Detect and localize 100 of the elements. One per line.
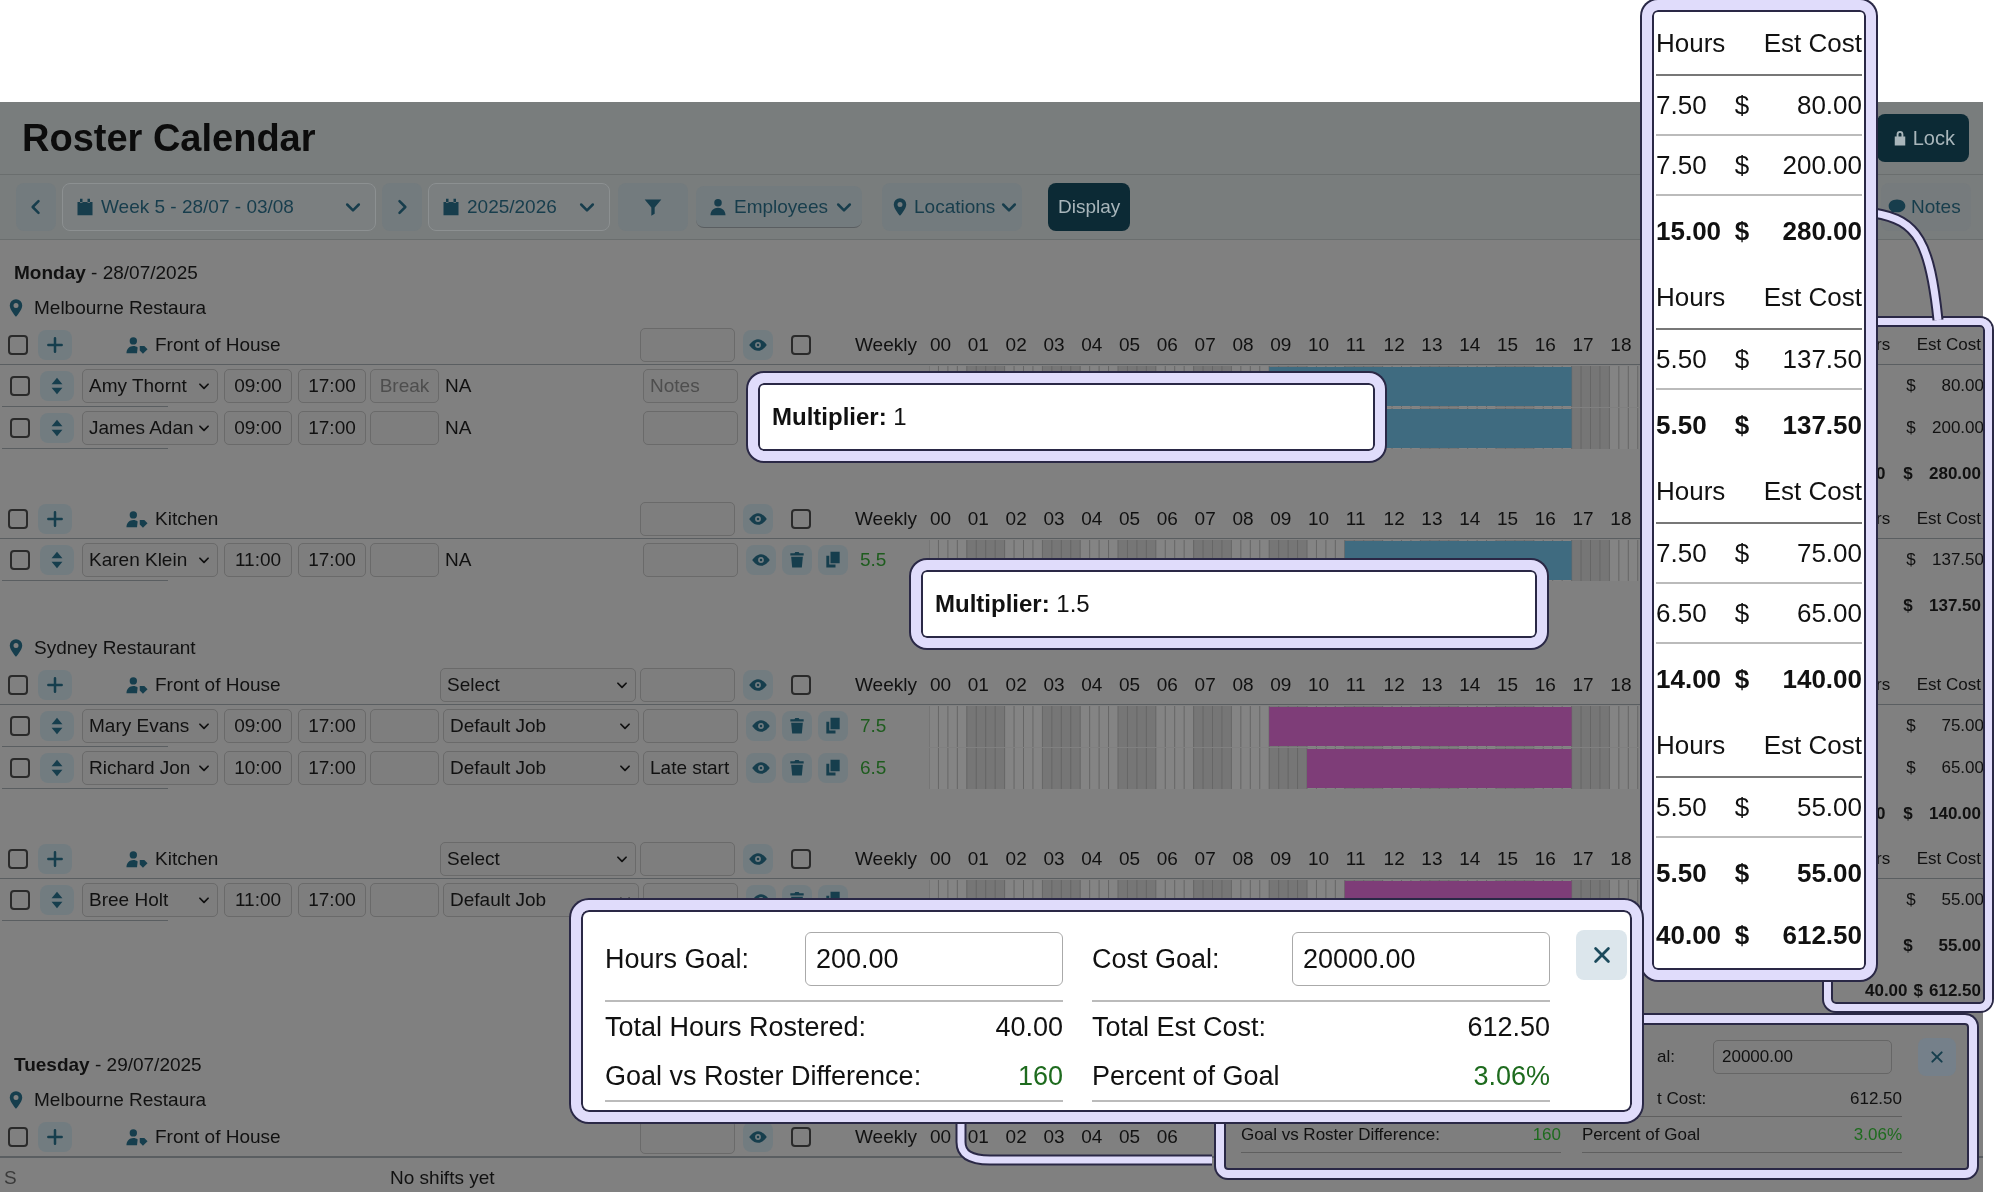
end-time-field[interactable]: 17:00	[298, 368, 366, 403]
currency-sign: $	[1733, 920, 1751, 951]
end-time-field[interactable]: 17:00	[298, 708, 366, 743]
display-button[interactable]: Display	[1048, 183, 1131, 231]
reorder-button[interactable]	[40, 412, 74, 443]
currency-sign: $	[1902, 804, 1914, 824]
hour-label: 05	[1118, 333, 1142, 356]
checkbox[interactable]	[8, 848, 28, 869]
employee-select[interactable]: Karen Klein	[82, 542, 218, 577]
previous-button[interactable]	[16, 183, 56, 231]
hour-label: 08	[1231, 847, 1255, 870]
delete-button[interactable]	[782, 544, 812, 575]
field-label: Cost Goal:	[1092, 943, 1220, 975]
start-time-field[interactable]: 09:00	[224, 410, 292, 445]
hour-label: 06	[1155, 507, 1179, 530]
checkbox[interactable]	[791, 674, 811, 695]
hour-label: 07	[1193, 673, 1217, 696]
hour-label: 03	[1042, 847, 1066, 870]
delete-button[interactable]	[782, 752, 812, 783]
cost-value: 55.00	[1940, 889, 1983, 910]
employee-select[interactable]: Mary Evans	[82, 708, 218, 743]
checkbox[interactable]	[8, 508, 28, 529]
employee-select[interactable]: James Adan	[82, 410, 218, 445]
reorder-button[interactable]	[40, 752, 74, 783]
checkbox[interactable]	[10, 889, 30, 910]
employee-select[interactable]: Amy Thornt	[82, 368, 218, 403]
add-button[interactable]	[38, 669, 72, 700]
employee-select[interactable]: Bree Holt	[82, 882, 218, 917]
checkbox[interactable]	[791, 848, 811, 869]
hours-goal-field[interactable]: 200.00	[805, 932, 1063, 986]
checkbox[interactable]	[10, 417, 30, 438]
employees-dropdown[interactable]: Employees	[696, 186, 862, 228]
cost-value: 75.00	[1795, 537, 1862, 569]
stat-label: Goal vs Roster Difference:	[605, 1060, 922, 1092]
end-time-field[interactable]: 17:00	[298, 750, 366, 785]
start-time-field[interactable]: 10:00	[224, 750, 292, 785]
end-time-field[interactable]: 17:00	[298, 882, 366, 917]
hour-label: 14	[1458, 507, 1482, 530]
delete-button[interactable]	[782, 710, 812, 741]
column-header: Est Cost	[1915, 848, 1982, 869]
checkbox[interactable]	[8, 334, 28, 355]
hour-label: 04	[1080, 1125, 1104, 1148]
hour-label: 09	[1269, 673, 1293, 696]
year-select[interactable]: 2025/2026	[428, 183, 610, 231]
copy-button[interactable]	[818, 710, 848, 741]
cost-goal-field[interactable]: 20000.00	[1712, 1040, 1892, 1074]
checkbox[interactable]	[791, 508, 811, 529]
close-button[interactable]	[1576, 930, 1627, 980]
hours-value: 5.50	[1656, 791, 1708, 823]
copy-button[interactable]	[818, 752, 848, 783]
copy-button[interactable]	[818, 544, 848, 575]
reorder-button[interactable]	[40, 370, 74, 401]
reorder-button[interactable]	[40, 884, 74, 915]
weekly-label: Weekly	[855, 507, 918, 530]
start-time-field[interactable]: 09:00	[224, 708, 292, 743]
start-time-field[interactable]: 11:00	[224, 542, 292, 577]
checkbox[interactable]	[10, 375, 30, 396]
cost-goal-field[interactable]: 20000.00	[1292, 932, 1550, 986]
column-header: Est Cost	[1915, 508, 1982, 529]
end-time-field[interactable]: 17:00	[298, 410, 366, 445]
job-select[interactable]: Select	[440, 841, 636, 876]
group-name: Kitchen	[155, 847, 219, 870]
notes-field[interactable]: Late start	[643, 750, 738, 785]
checkbox[interactable]	[8, 674, 28, 695]
cost-value: 80.00	[1795, 89, 1862, 121]
column-header: Est Cost	[1763, 475, 1862, 507]
add-button[interactable]	[38, 1121, 72, 1152]
job-select[interactable]: Select	[440, 667, 636, 702]
add-button[interactable]	[38, 843, 72, 874]
job-select[interactable]: Default Job	[443, 708, 639, 743]
group-name: Front of House	[155, 1125, 281, 1148]
locations-dropdown[interactable]: Locations	[882, 183, 1022, 231]
checkbox[interactable]	[10, 715, 30, 736]
cost-value: 137.50	[1781, 409, 1862, 441]
add-button[interactable]	[38, 503, 72, 534]
checkbox[interactable]	[8, 1126, 28, 1147]
filter-button[interactable]	[618, 183, 688, 231]
week-select[interactable]: Week 5 - 28/07 - 03/08	[62, 183, 376, 231]
hour-label: 15	[1495, 673, 1520, 696]
currency-sign: $	[1733, 343, 1751, 375]
cost-value: 55.00	[1937, 936, 1982, 956]
checkbox[interactable]	[791, 1126, 811, 1147]
hour-label: 16	[1533, 673, 1557, 696]
checkbox[interactable]	[791, 334, 811, 355]
start-time-field[interactable]: 09:00	[224, 368, 292, 403]
add-button[interactable]	[38, 329, 72, 360]
reorder-button[interactable]	[40, 544, 74, 575]
cost-value: 612.50	[1929, 981, 1981, 1001]
next-button[interactable]	[382, 183, 422, 231]
start-time-field[interactable]: 11:00	[224, 882, 292, 917]
checkbox[interactable]	[10, 757, 30, 778]
checkbox[interactable]	[10, 549, 30, 570]
lock-button[interactable]: Lock	[1876, 114, 1969, 162]
job-select[interactable]: Default Job	[443, 750, 639, 785]
shift-hours: 7.5	[860, 714, 887, 736]
hour-label: 09	[1269, 333, 1293, 356]
employee-select[interactable]: Richard Jon	[82, 750, 218, 785]
hour-label: 17	[1571, 333, 1595, 356]
end-time-field[interactable]: 17:00	[298, 542, 366, 577]
reorder-button[interactable]	[40, 710, 74, 741]
